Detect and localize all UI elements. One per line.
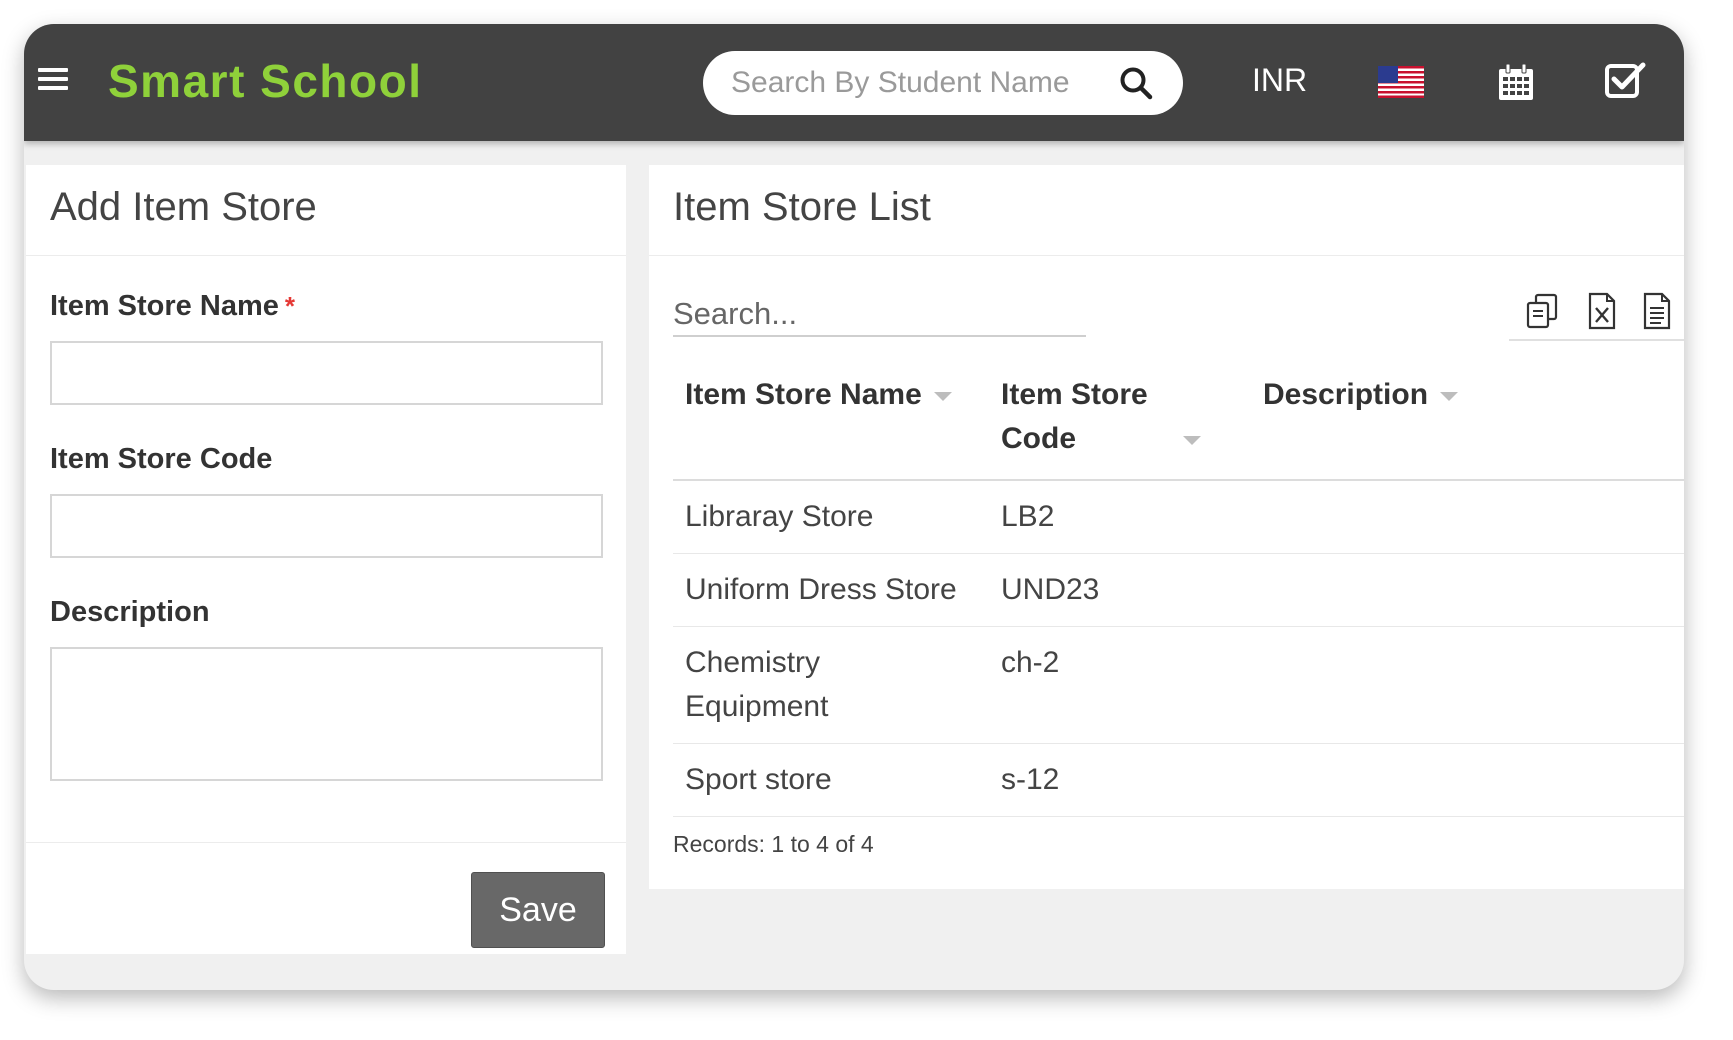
cell-description	[1251, 626, 1684, 744]
sort-caret-icon[interactable]	[933, 391, 952, 401]
add-panel-title: Add Item Store	[26, 165, 626, 256]
cell-store-name: Sport store	[673, 743, 989, 817]
records-count: Records: 1 to 4 of 4	[673, 831, 874, 857]
item-store-code-label: Item Store Code	[50, 443, 273, 475]
cell-store-code: s-12	[989, 743, 1251, 817]
column-header-name-label: Item Store Name	[685, 378, 922, 411]
column-header-code[interactable]: Item Store Code	[989, 361, 1251, 481]
cell-store-code: LB2	[989, 480, 1251, 554]
cell-store-code: UND23	[989, 553, 1251, 627]
cell-description	[1251, 743, 1684, 817]
column-header-code-label: Item Store Code	[1001, 378, 1148, 455]
search-icon[interactable]	[1118, 65, 1154, 101]
app-window: Smart School INR	[24, 24, 1684, 990]
item-store-name-label: Item Store Name *	[50, 290, 295, 323]
description-textarea[interactable]	[50, 647, 603, 781]
item-store-code-input[interactable]	[50, 494, 603, 558]
cell-store-code: ch-2	[989, 626, 1251, 744]
checkbox-icon[interactable]	[1604, 60, 1648, 100]
table-row: Uniform Dress Store UND23	[673, 553, 1684, 627]
table-row: Chemistry Equipment ch-2	[673, 626, 1684, 744]
cell-description	[1251, 480, 1684, 554]
document-icon[interactable]	[1637, 291, 1677, 331]
form-footer-divider	[26, 842, 626, 843]
copy-icon[interactable]	[1523, 291, 1563, 331]
cell-store-name: Chemistry Equipment	[673, 626, 989, 744]
item-store-table: Item Store Name Item Store Code Descript…	[673, 361, 1684, 817]
column-header-name[interactable]: Item Store Name	[673, 361, 989, 481]
table-header-row: Item Store Name Item Store Code Descript…	[673, 361, 1684, 481]
table-row: Sport store s-12	[673, 743, 1684, 817]
item-store-name-input[interactable]	[50, 341, 603, 405]
sort-caret-icon[interactable]	[1183, 435, 1201, 445]
list-search-input[interactable]	[673, 293, 1086, 337]
brand-logo-text: Smart School	[108, 55, 423, 107]
sort-caret-icon[interactable]	[1440, 391, 1459, 401]
export-toolbar	[1509, 287, 1684, 341]
currency-selector[interactable]: INR	[1252, 62, 1307, 99]
add-item-store-panel: Add Item Store Item Store Name * Item Sto…	[26, 165, 626, 954]
required-asterisk: *	[284, 291, 295, 321]
item-store-name-label-text: Item Store Name	[50, 290, 279, 322]
table-row: Libraray Store LB2	[673, 480, 1684, 554]
menu-icon[interactable]	[38, 68, 68, 92]
cell-store-name: Uniform Dress Store	[673, 553, 989, 627]
save-button[interactable]: Save	[471, 872, 605, 948]
column-header-description[interactable]: Description	[1251, 361, 1684, 481]
column-header-description-label: Description	[1263, 378, 1429, 411]
cell-store-name: Libraray Store	[673, 480, 989, 554]
student-search-box	[703, 51, 1183, 115]
list-panel-title: Item Store List	[649, 165, 1684, 256]
top-navbar: Smart School INR	[24, 24, 1684, 141]
cell-description	[1251, 553, 1684, 627]
calendar-icon[interactable]	[1496, 62, 1536, 102]
us-flag-icon[interactable]	[1378, 66, 1424, 98]
student-search-input[interactable]	[731, 63, 1071, 103]
excel-icon[interactable]	[1581, 291, 1621, 331]
description-label: Description	[50, 596, 210, 628]
item-store-list-panel: Item Store List Search... Item Store Nam…	[649, 165, 1684, 889]
